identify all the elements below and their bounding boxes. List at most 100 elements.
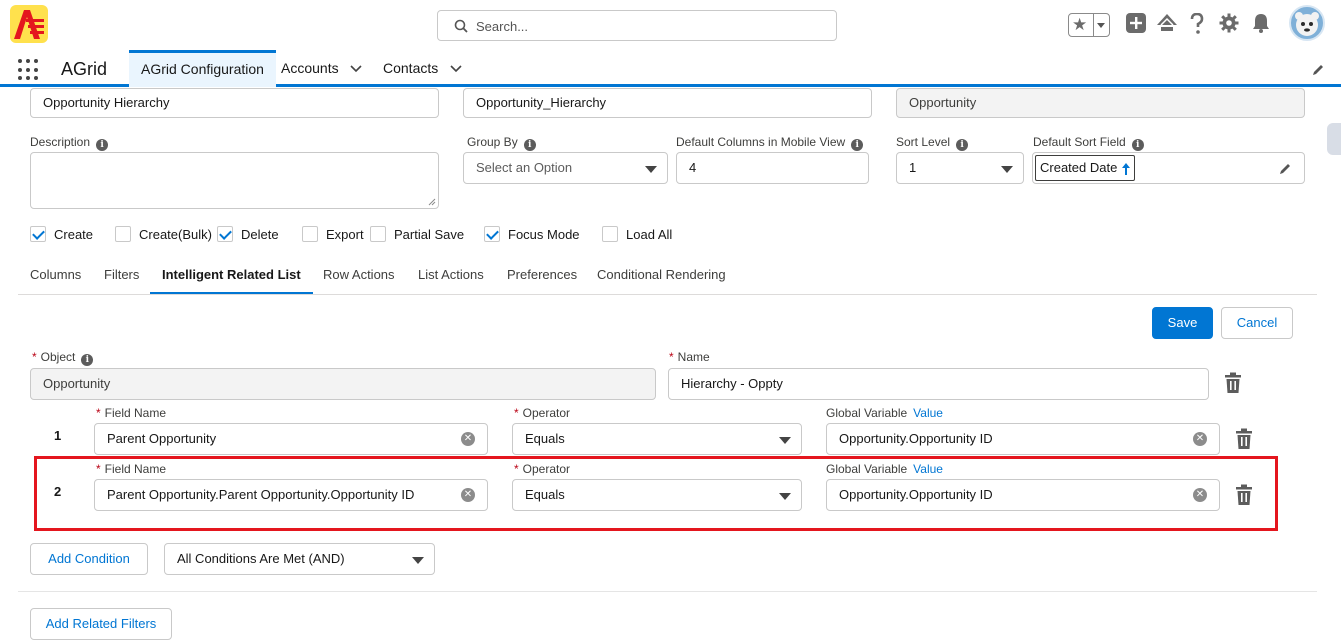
field-name-label: * Field Name <box>96 406 167 420</box>
chevron-down-icon[interactable] <box>350 65 363 73</box>
highlight-annotation-box <box>34 456 1278 531</box>
info-icon[interactable]: i <box>81 354 94 366</box>
tab-preferences[interactable]: Preferences <box>507 259 577 295</box>
sort-level-label: Sort Level i <box>896 135 969 151</box>
checkbox-focus-mode[interactable] <box>484 226 500 242</box>
checkbox-create-bulk[interactable] <box>115 226 131 242</box>
chevron-down-icon[interactable] <box>450 65 462 73</box>
operator-label: * Operator <box>514 406 571 420</box>
global-variable-label: Global Variable Value <box>826 406 943 420</box>
default-sort-field-input[interactable]: Created Date <box>1032 152 1305 184</box>
checkbox-partial-save[interactable] <box>370 226 386 242</box>
checkbox-create-label: Create <box>54 227 94 242</box>
checkbox-delete-label: Delete <box>241 227 279 242</box>
checkbox-export[interactable] <box>302 226 318 242</box>
condition-field-name-value: Parent Opportunity <box>107 431 217 446</box>
info-icon[interactable]: i <box>96 139 109 151</box>
global-search[interactable]: Search... <box>437 10 837 41</box>
save-button[interactable]: Save <box>1152 307 1213 339</box>
mobile-columns-label-text: Default Columns in Mobile View <box>676 135 846 149</box>
section-divider <box>18 591 1317 592</box>
info-icon[interactable]: i <box>1131 139 1144 151</box>
checkbox-create[interactable] <box>30 226 46 242</box>
sort-field-value: Created Date <box>1040 160 1118 175</box>
edit-pencil-icon[interactable] <box>1278 162 1292 176</box>
notifications-bell-icon[interactable] <box>1252 13 1270 33</box>
checkbox-load-all[interactable] <box>602 226 618 242</box>
global-variable-label-text: Global Variable <box>826 406 908 420</box>
nav-tab-accounts[interactable]: Accounts <box>269 50 374 87</box>
delete-trash-icon[interactable] <box>1224 372 1242 394</box>
default-sort-field-label-text: Default Sort Field <box>1033 135 1126 149</box>
search-placeholder: Search... <box>476 19 529 34</box>
add-related-filters-button[interactable]: Add Related Filters <box>30 608 172 640</box>
description-label-text: Description <box>30 135 91 149</box>
info-icon[interactable]: i <box>851 139 864 151</box>
description-label: Description i <box>30 135 109 151</box>
delete-trash-icon[interactable] <box>1235 428 1253 450</box>
default-sort-field-label: Default Sort Field i <box>1033 135 1144 151</box>
sort-level-label-text: Sort Level <box>896 135 951 149</box>
description-textarea[interactable] <box>30 152 439 209</box>
add-condition-button[interactable]: Add Condition <box>30 543 148 575</box>
help-icon[interactable] <box>1188 13 1206 35</box>
condition-operator-select[interactable]: Equals <box>512 423 802 455</box>
grid-api-name-field[interactable]: Opportunity_Hierarchy <box>463 88 872 118</box>
group-by-select[interactable]: Select an Option <box>463 152 668 184</box>
mobile-columns-input[interactable]: 4 <box>676 152 869 184</box>
mobile-columns-label: Default Columns in Mobile View i <box>676 135 864 151</box>
edit-nav-pencil-icon[interactable] <box>1311 63 1325 77</box>
clear-icon[interactable]: ✕ <box>1193 432 1207 446</box>
app-nav-bar: AGrid AGrid Configuration Accounts Conta… <box>0 50 1341 87</box>
favorites-button[interactable]: ★ <box>1068 13 1110 37</box>
resize-handle-icon[interactable] <box>428 198 436 206</box>
value-link[interactable]: Value <box>913 406 943 420</box>
name-label: * Name <box>669 350 710 364</box>
nav-tab-label: Accounts <box>281 60 339 76</box>
nav-tab-contacts[interactable]: Contacts <box>371 50 474 87</box>
favorites-star-icon: ★ <box>1072 15 1088 34</box>
trailhead-icon[interactable] <box>1156 13 1178 33</box>
add-icon[interactable] <box>1126 13 1146 33</box>
avatar[interactable] <box>1289 5 1325 41</box>
condition-logic-select[interactable]: All Conditions Are Met (AND) <box>164 543 435 575</box>
tab-conditional-rendering[interactable]: Conditional Rendering <box>597 259 726 295</box>
info-icon[interactable]: i <box>523 139 536 151</box>
checkbox-delete[interactable] <box>217 226 233 242</box>
tab-list-actions[interactable]: List Actions <box>418 259 484 295</box>
info-icon[interactable]: i <box>956 139 969 151</box>
nav-tab-label: AGrid Configuration <box>141 61 264 77</box>
condition-field-name-input[interactable]: Parent Opportunity ✕ <box>94 423 488 455</box>
tab-filters[interactable]: Filters <box>104 259 139 295</box>
tab-divider <box>18 294 1317 295</box>
group-by-label: Group By i <box>467 135 536 151</box>
chevron-down-icon[interactable] <box>1093 14 1109 36</box>
checkbox-create-bulk-label: Create(Bulk) <box>139 227 212 242</box>
condition-global-variable-input[interactable]: Opportunity.Opportunity ID ✕ <box>826 423 1220 455</box>
app-logo[interactable] <box>10 5 48 43</box>
tab-row-actions[interactable]: Row Actions <box>323 259 395 295</box>
app-name: AGrid <box>61 59 108 79</box>
nav-tab-label: Contacts <box>383 60 439 76</box>
operator-label-text: Operator <box>522 406 571 420</box>
cancel-button[interactable]: Cancel <box>1221 307 1293 339</box>
object-label-text: Object <box>40 350 76 364</box>
condition-global-variable-value: Opportunity.Opportunity ID <box>839 431 993 446</box>
setup-gear-icon[interactable] <box>1219 13 1239 33</box>
search-icon <box>454 19 468 33</box>
sort-field-pill[interactable]: Created Date <box>1035 155 1135 181</box>
related-list-name-input[interactable]: Hierarchy - Oppty <box>668 368 1209 400</box>
group-by-label-text: Group By <box>467 135 518 149</box>
checkbox-export-label: Export <box>326 227 364 242</box>
object-label: * Object i <box>32 350 94 366</box>
side-panel-handle[interactable] <box>1327 123 1341 155</box>
sort-ascending-arrow-icon[interactable] <box>1121 162 1131 176</box>
app-launcher-icon[interactable] <box>18 59 40 81</box>
nav-tab-agrid-configuration[interactable]: AGrid Configuration <box>129 50 276 87</box>
tab-columns[interactable]: Columns <box>30 259 81 295</box>
tab-intelligent-related-list[interactable]: Intelligent Related List <box>150 259 313 295</box>
sort-level-select[interactable]: 1 <box>896 152 1024 184</box>
clear-icon[interactable]: ✕ <box>461 432 475 446</box>
grid-label-field[interactable]: Opportunity Hierarchy <box>30 88 439 118</box>
checkbox-load-all-label: Load All <box>626 227 673 242</box>
